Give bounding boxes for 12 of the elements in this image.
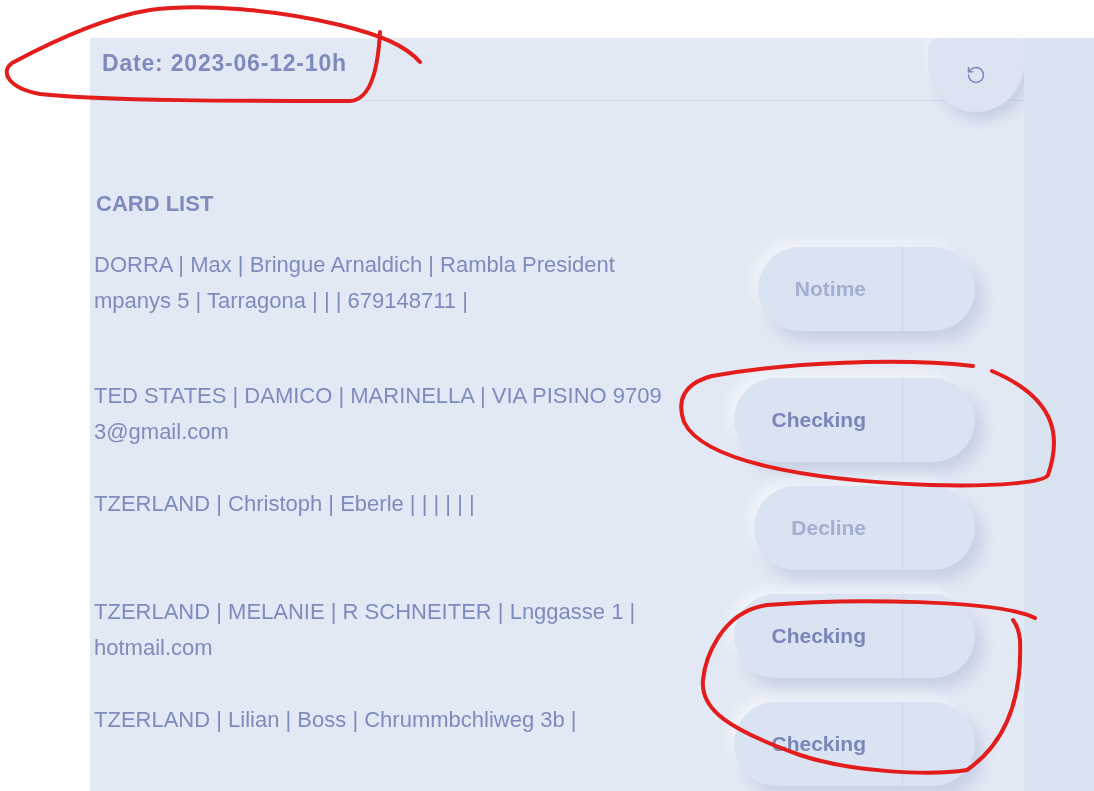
refresh-button[interactable] [928,38,1024,112]
status-button[interactable]: Checking [734,378,975,462]
card-details: DORRA | Max | Bringue Arnaldich | Rambla President mpanys 5 | Tarragona | | | 679148711 | [94,251,615,315]
section-title: CARD LIST [96,190,214,218]
status-button[interactable]: Checking [734,594,975,678]
date-label: Date: 2023-06-12-10h [102,49,347,78]
card-details: TZERLAND | MELANIE | R SCHNEITER | Lnggasse 1 | hotmail.com [94,598,636,662]
status-button[interactable]: Checking [734,702,975,786]
card-details: TZERLAND | Lilian | Boss | Chrummbchliweg 3b | [94,706,577,734]
card-details: TED STATES | DAMICO | MARINELLA | VIA PISINO 9709 3@gmail.com [94,382,662,446]
refresh-icon [966,65,986,85]
card-details: TZERLAND | Christoph | Eberle | | | | | | [94,490,475,518]
